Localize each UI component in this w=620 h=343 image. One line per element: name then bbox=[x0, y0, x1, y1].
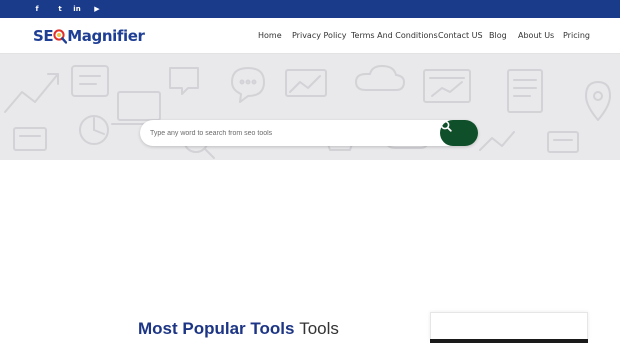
logo-text-magnifier: Magnifier bbox=[67, 27, 145, 45]
section-title-tools: Tools bbox=[299, 319, 339, 338]
sidebar-widget-header bbox=[430, 339, 588, 343]
nav-contact-us[interactable]: Contact US bbox=[438, 18, 483, 53]
nav-blog[interactable]: Blog bbox=[489, 18, 507, 53]
nav-privacy-policy[interactable]: Privacy Policy bbox=[292, 18, 347, 53]
nav-home[interactable]: Home bbox=[258, 18, 282, 53]
section-title-tools-highlight: Tools bbox=[250, 319, 295, 338]
section-title: Most Popular Tools Tools bbox=[138, 318, 339, 340]
linkedin-icon[interactable]: in bbox=[70, 3, 84, 15]
main-navbar: SE Magnifier Home Privacy Policy Terms An… bbox=[0, 18, 620, 54]
magnifier-logo-icon bbox=[53, 29, 68, 44]
sidebar-widget bbox=[430, 312, 588, 340]
logo-text-se: SE bbox=[33, 27, 54, 45]
top-bar: f t in ▶ bbox=[0, 0, 620, 18]
search-button[interactable] bbox=[440, 120, 478, 146]
facebook-icon[interactable]: f bbox=[30, 3, 44, 15]
nav-terms-and-conditions[interactable]: Terms And Conditions bbox=[351, 18, 438, 53]
site-logo[interactable]: SE Magnifier bbox=[33, 26, 145, 46]
twitter-icon[interactable]: t bbox=[53, 3, 67, 15]
search-input[interactable] bbox=[150, 125, 430, 141]
youtube-icon[interactable]: ▶ bbox=[90, 3, 104, 15]
search-bar bbox=[140, 120, 478, 146]
search-icon bbox=[440, 120, 452, 132]
hero-banner bbox=[0, 54, 620, 160]
section-title-most-popular: Most Popular bbox=[138, 319, 246, 338]
nav-about-us[interactable]: About Us bbox=[518, 18, 554, 53]
nav-pricing[interactable]: Pricing bbox=[563, 18, 590, 53]
